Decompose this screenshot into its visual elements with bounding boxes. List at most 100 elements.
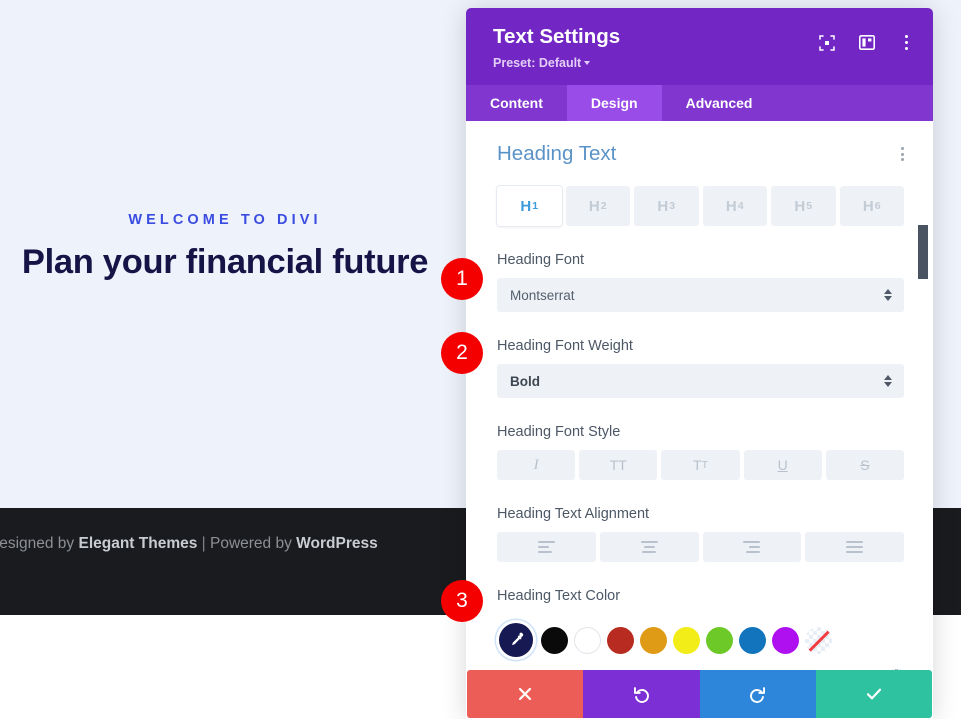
h2-sub: 2 xyxy=(600,200,607,212)
heading-font-style-group: I TT TT U S xyxy=(497,450,905,480)
uppercase-glyph: TT xyxy=(609,457,627,473)
swatch-blue[interactable] xyxy=(739,626,766,654)
panel-scrollbar-track[interactable] xyxy=(918,121,928,670)
h3-letter: H xyxy=(657,197,669,215)
h1-sub: 1 xyxy=(532,200,539,212)
focus-target-icon[interactable] xyxy=(816,32,837,53)
h4-letter: H xyxy=(725,197,737,215)
undo-icon xyxy=(633,686,649,703)
small-caps-button[interactable]: TT xyxy=(661,450,740,480)
heading-level-h1[interactable]: H1 xyxy=(497,186,562,226)
align-center-icon xyxy=(640,541,658,553)
step-badge-3: 3 xyxy=(441,580,483,622)
swatch-dark-red[interactable] xyxy=(607,626,634,654)
footer-prefix: Designed by xyxy=(0,535,75,552)
select-spinner-icon xyxy=(884,375,892,387)
swatch-transparent[interactable] xyxy=(805,626,832,654)
section-title: Heading Text xyxy=(497,142,617,165)
align-right-icon xyxy=(743,541,761,553)
h6-letter: H xyxy=(862,197,874,215)
heading-level-h6[interactable]: H6 xyxy=(839,186,904,226)
swatch-black[interactable] xyxy=(541,626,568,654)
redo-icon xyxy=(750,686,766,703)
h5-letter: H xyxy=(794,197,806,215)
italic-button[interactable]: I xyxy=(497,450,576,480)
align-justify-icon xyxy=(846,541,864,553)
preset-selector[interactable]: Preset: Default xyxy=(493,54,591,72)
heading-level-h2[interactable]: H2 xyxy=(565,186,630,226)
footer-separator: | xyxy=(197,535,210,552)
h6-sub: 6 xyxy=(874,200,881,212)
align-left-button[interactable] xyxy=(497,532,596,562)
h4-sub: 4 xyxy=(737,200,744,212)
footer-brand-wordpress: WordPress xyxy=(296,535,378,552)
heading-level-h5[interactable]: H5 xyxy=(771,186,836,226)
swatch-orange[interactable] xyxy=(640,626,667,654)
hero-heading: Plan your financial future xyxy=(21,243,429,281)
close-button[interactable] xyxy=(467,670,584,718)
section-options-kebab-icon[interactable] xyxy=(901,141,904,161)
undo-button[interactable] xyxy=(583,670,700,718)
eyedropper-swatch[interactable] xyxy=(499,623,533,657)
strikethrough-button[interactable]: S xyxy=(825,450,905,480)
heading-text-color-label: Heading Text Color xyxy=(497,588,621,604)
align-center-button[interactable] xyxy=(599,532,699,562)
modal-header-actions xyxy=(816,32,917,53)
hero-eyebrow: WELCOME TO DIVI xyxy=(128,212,322,228)
heading-level-group: H1 H2 H3 H4 H5 H6 xyxy=(497,186,904,226)
check-icon xyxy=(866,688,881,700)
heading-font-weight-select[interactable]: Bold xyxy=(497,364,904,398)
chevron-down-icon xyxy=(584,61,591,65)
swatch-yellow[interactable] xyxy=(673,626,700,654)
heading-font-style-label: Heading Font Style xyxy=(497,424,621,440)
heading-text-alignment-group xyxy=(497,532,904,562)
strikethrough-glyph: S xyxy=(860,457,870,473)
tab-advanced[interactable]: Advanced xyxy=(662,85,777,121)
underline-glyph: U xyxy=(777,457,788,473)
italic-glyph: I xyxy=(533,456,539,473)
swatch-white[interactable] xyxy=(574,626,601,654)
swatch-green[interactable] xyxy=(706,626,733,654)
tab-design[interactable]: Design xyxy=(566,85,662,121)
footer-credit: Designed by Elegant Themes | Powered by … xyxy=(0,533,458,555)
layout-columns-icon[interactable] xyxy=(856,32,877,53)
modal-header: Text Settings Preset: Default xyxy=(466,8,933,85)
heading-font-label: Heading Font xyxy=(497,252,585,268)
heading-font-weight-value: Bold xyxy=(510,373,540,389)
align-left-icon xyxy=(537,541,555,553)
kebab-menu-icon[interactable] xyxy=(896,32,917,53)
h3-sub: 3 xyxy=(669,200,676,212)
modal-tabs: Content Design Advanced xyxy=(466,85,933,121)
save-button[interactable] xyxy=(815,670,932,718)
heading-level-h3[interactable]: H3 xyxy=(634,186,699,226)
color-swatch-row xyxy=(497,623,904,657)
modal-action-bar xyxy=(466,670,933,719)
design-panel: Heading Text H1 H2 H3 H4 H5 H6 Heading F… xyxy=(466,121,933,670)
h2-letter: H xyxy=(588,197,600,215)
heading-text-alignment-label: Heading Text Alignment xyxy=(497,506,650,522)
preset-label: Preset: Default xyxy=(493,56,582,70)
step-badge-2: 2 xyxy=(441,332,483,374)
text-settings-modal: Text Settings Preset: Default Content De… xyxy=(466,8,933,719)
tab-content[interactable]: Content xyxy=(466,85,567,121)
h1-letter: H xyxy=(520,197,532,215)
align-right-button[interactable] xyxy=(702,532,802,562)
underline-button[interactable]: U xyxy=(743,450,822,480)
step-badge-1: 1 xyxy=(441,258,483,300)
eyedropper-icon xyxy=(512,632,524,646)
heading-font-value: Montserrat xyxy=(510,287,575,303)
h5-sub: 5 xyxy=(806,200,813,212)
small-caps-glyph: T xyxy=(693,457,702,473)
heading-font-weight-label: Heading Font Weight xyxy=(497,338,633,354)
align-justify-button[interactable] xyxy=(805,532,904,562)
footer-brand-elegant-themes: Elegant Themes xyxy=(78,535,198,552)
uppercase-button[interactable]: TT xyxy=(579,450,658,480)
heading-font-select[interactable]: Montserrat xyxy=(497,278,904,312)
heading-text-section-header: Heading Text xyxy=(497,141,904,167)
select-spinner-icon xyxy=(884,289,892,301)
swatch-magenta[interactable] xyxy=(772,626,799,654)
panel-scrollbar-thumb[interactable] xyxy=(918,225,928,279)
redo-button[interactable] xyxy=(699,670,816,718)
heading-level-h4[interactable]: H4 xyxy=(702,186,767,226)
footer-mid: Powered by xyxy=(210,535,297,552)
